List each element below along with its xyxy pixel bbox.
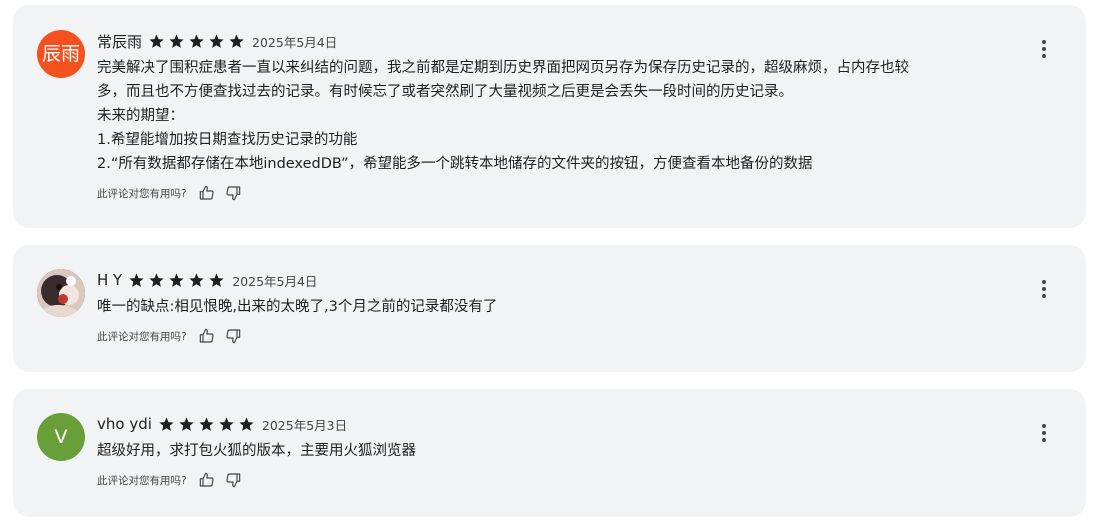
more-vert-dot	[1042, 431, 1046, 435]
more-vert-dot	[1042, 287, 1046, 291]
star-icon	[209, 33, 224, 48]
review-text-line: 多，而且也不方便查找过去的记录。有时候忘了或者突然刷了大量视频之后更是会丢失一段…	[97, 84, 793, 100]
more-vert-icon	[1042, 424, 1046, 428]
review-text-line: 超级好用，求打包火狐的版本，主要用火狐浏览器	[97, 443, 416, 459]
review-card: H Y 2025年5月4日 唯一的缺点:相见恨晚,出来的太晚了,3个月之前的记录…	[13, 245, 1086, 372]
review-text-line: 2.“所有数据都存储在本地indexedDB”，希望能多一个跳转本地储存的文件夹…	[97, 156, 813, 172]
more-vert-dot	[1042, 54, 1046, 58]
star-icon	[209, 272, 224, 287]
thumbs-up-icon[interactable]	[199, 472, 215, 488]
helpful-prompt: 此评论对您有用吗?	[97, 474, 187, 487]
avatar	[37, 269, 85, 317]
thumbs-down-icon[interactable]	[225, 328, 241, 344]
more-vert-dot	[1042, 47, 1046, 51]
review-date: 2025年5月4日	[252, 34, 338, 50]
helpful-row: 此评论对您有用吗?	[97, 326, 1006, 346]
star-rating	[148, 33, 245, 50]
review-text-line: 1.希望能增加按日期查找历史记录的功能	[97, 132, 358, 148]
star-icon	[229, 33, 244, 48]
more-options-button[interactable]	[1032, 277, 1056, 301]
reviewer-name: 常辰雨	[97, 32, 143, 51]
more-vert-icon	[1042, 40, 1046, 44]
helpful-prompt: 此评论对您有用吗?	[97, 330, 187, 343]
star-icon	[159, 416, 174, 431]
star-icon	[149, 272, 164, 287]
thumbs-down-icon[interactable]	[225, 472, 241, 488]
review-card: V vho ydi 2025年5月3日 超级好用，求打包火狐的版本，主要用火狐浏…	[13, 389, 1086, 517]
thumbs-up-icon[interactable]	[199, 328, 215, 344]
review-text-line: 未来的期望：	[97, 108, 184, 124]
star-icon	[179, 416, 194, 431]
more-vert-icon	[1042, 280, 1046, 284]
helpful-row: 此评论对您有用吗?	[97, 183, 1006, 203]
thumbs-down-icon[interactable]	[225, 185, 241, 201]
star-icon	[129, 272, 144, 287]
more-options-button[interactable]	[1032, 421, 1056, 445]
thumbs-up-icon[interactable]	[199, 185, 215, 201]
star-icon	[149, 33, 164, 48]
review-date: 2025年5月3日	[261, 417, 348, 433]
star-icon	[219, 416, 234, 431]
review-text-line: 完美解决了围积症患者一直以来纠结的问题，我之前都是定期到历史界面把网页另存为保存…	[97, 60, 909, 76]
helpful-row: 此评论对您有用吗?	[97, 470, 1006, 490]
avatar-initials: V	[54, 425, 68, 448]
star-icon	[239, 416, 254, 431]
avatar-image	[37, 269, 85, 317]
avatar: 辰雨	[37, 30, 85, 78]
star-rating	[128, 272, 225, 289]
more-options-button[interactable]	[1032, 37, 1056, 61]
review-date: 2025年5月4日	[232, 273, 318, 289]
star-icon	[199, 416, 214, 431]
review-card: 辰雨 常辰雨 2025年5月4日 完美解决了围积症患者一直以来纠结的问题，我之前…	[13, 5, 1086, 228]
avatar: V	[37, 413, 85, 461]
more-vert-dot	[1042, 438, 1046, 442]
more-vert-dot	[1042, 294, 1046, 298]
helpful-prompt: 此评论对您有用吗?	[97, 187, 187, 200]
reviewer-name: vho ydi	[97, 415, 152, 433]
star-icon	[189, 272, 204, 287]
avatar-initials: 辰雨	[41, 42, 80, 65]
star-icon	[169, 272, 184, 287]
review-text-line: 唯一的缺点:相见恨晚,出来的太晚了,3个月之前的记录都没有了	[97, 299, 498, 315]
star-rating	[158, 416, 255, 433]
reviewer-name: H Y	[97, 271, 123, 289]
star-icon	[169, 33, 184, 48]
star-icon	[189, 33, 204, 48]
